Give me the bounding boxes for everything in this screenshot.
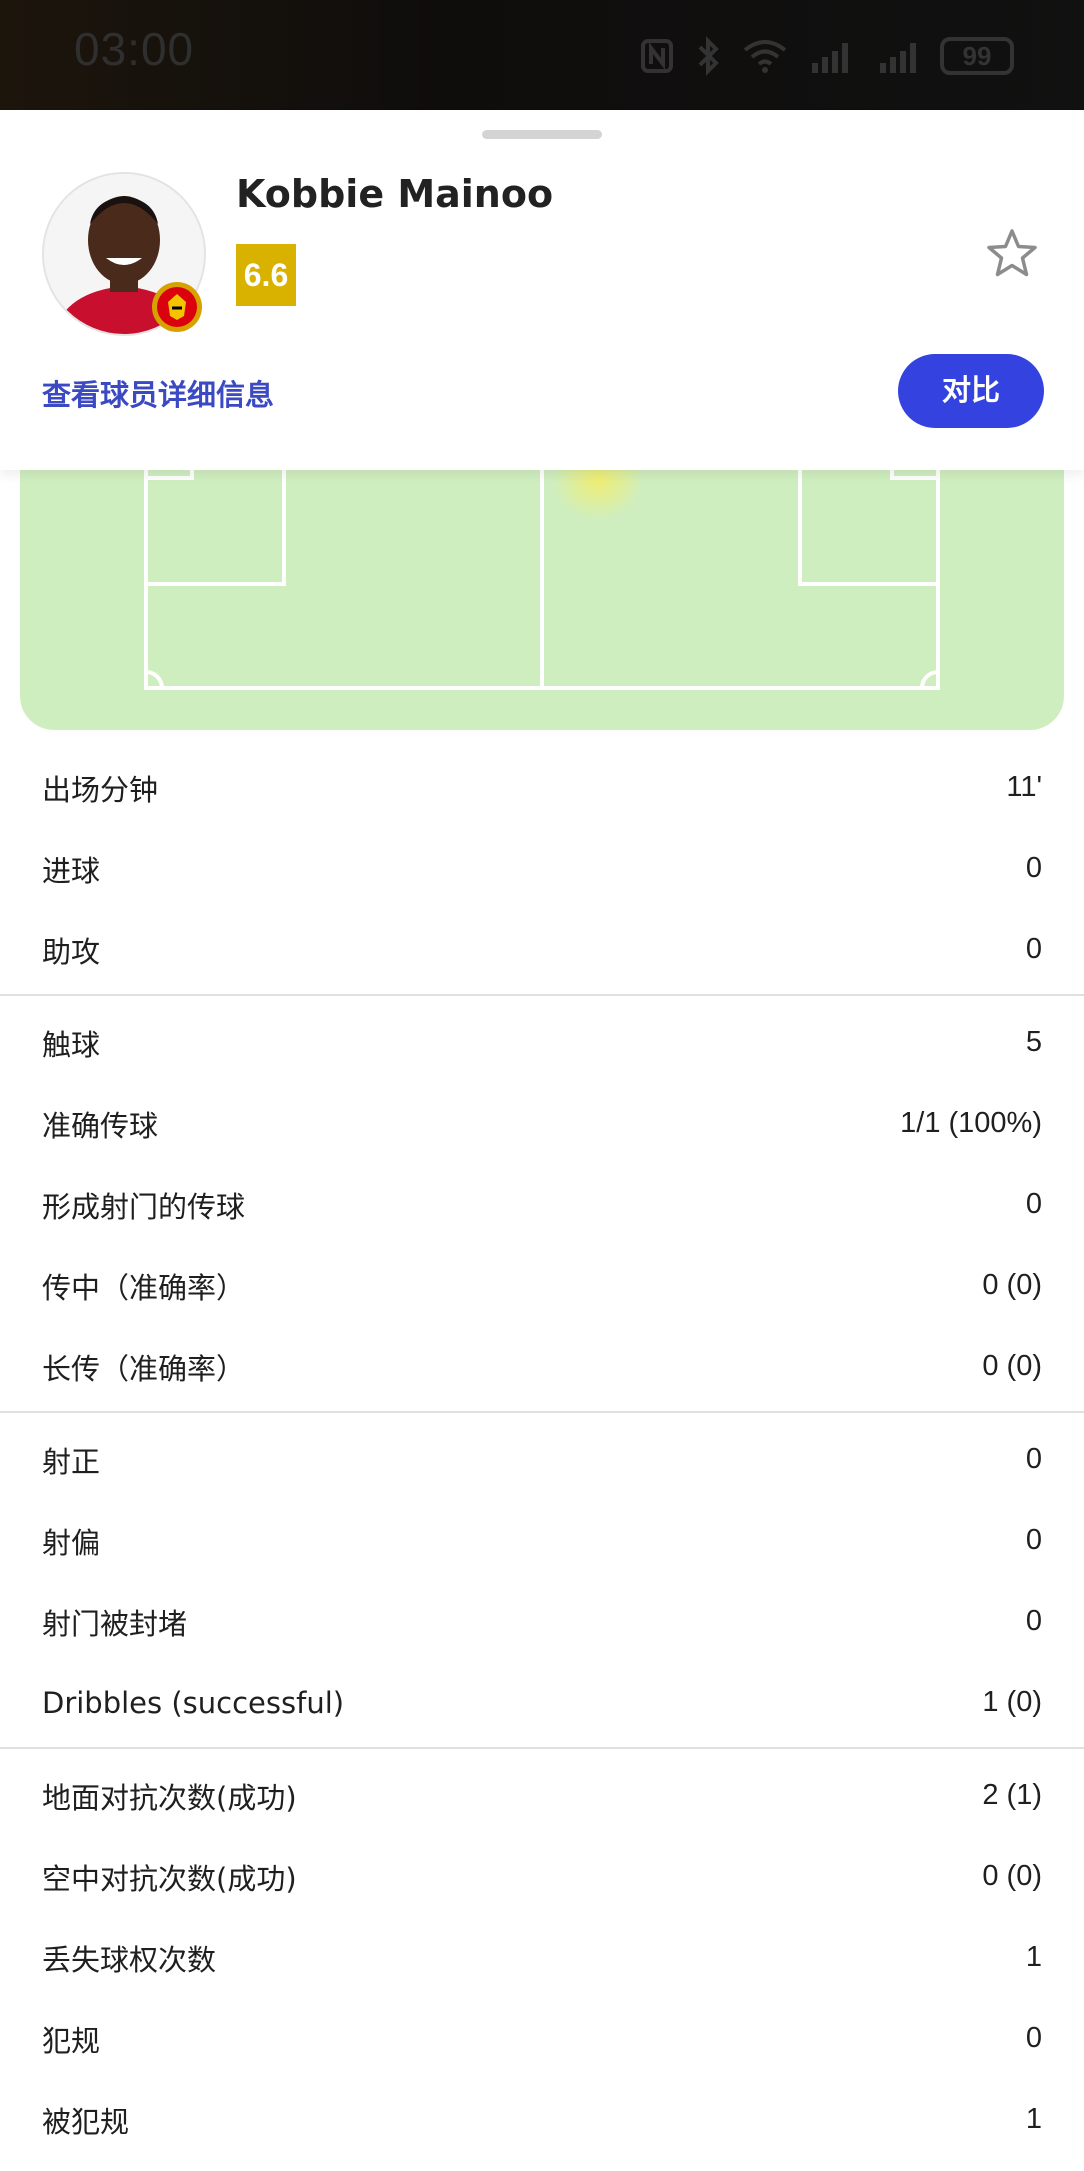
status-icons: 99 bbox=[640, 36, 1014, 76]
stat-row: 准确传球 1/1 (100%) bbox=[0, 1083, 1084, 1164]
stat-value: 2 (1) bbox=[982, 1779, 1042, 1811]
player-name: Kobbie Mainoo bbox=[236, 172, 554, 216]
stat-row: 出场分钟 11' bbox=[0, 747, 1084, 828]
stats-list: 出场分钟 11' 进球 0 助攻 0 触球 5 准确传球 1/1 (100%) 形成射门的传球 0 传中… bbox=[0, 747, 1084, 2164]
stat-value: 0 bbox=[1025, 2022, 1042, 2054]
stat-label: 丢失球权次数 bbox=[42, 1942, 217, 1977]
stat-value: 5 bbox=[1025, 1026, 1042, 1058]
player-details-link[interactable]: 查看球员详细信息 bbox=[42, 372, 274, 414]
signal-icon-2 bbox=[880, 43, 916, 73]
stat-value: 1 (0) bbox=[982, 1686, 1042, 1718]
stat-value: 0 bbox=[1025, 933, 1042, 965]
stat-label: 被犯规 bbox=[42, 2104, 130, 2139]
stat-row: 犯规 0 bbox=[0, 1998, 1084, 2079]
nfc-icon bbox=[641, 39, 673, 73]
stat-label: 犯规 bbox=[42, 2023, 101, 2058]
stat-label: 射偏 bbox=[42, 1525, 101, 1560]
club-crest-icon bbox=[152, 282, 202, 332]
stat-value: 0 (0) bbox=[982, 1860, 1042, 1892]
stat-value: 0 bbox=[1025, 1605, 1042, 1637]
player-card: Kobbie Mainoo 6.6 查看球员详细信息 对比 bbox=[0, 110, 1084, 470]
favorite-star-icon[interactable] bbox=[984, 226, 1040, 282]
stat-label: 进球 bbox=[42, 853, 101, 888]
stat-row: 进球 0 bbox=[0, 828, 1084, 909]
stat-group: 地面对抗次数(成功) 2 (1) 空中对抗次数(成功) 0 (0) 丢失球权次数 1 犯规 0… bbox=[0, 1749, 1084, 2164]
stat-value: 0 (0) bbox=[982, 1269, 1042, 1301]
stat-value: 1 bbox=[1025, 2103, 1042, 2135]
stat-value: 1 bbox=[1025, 1941, 1042, 1973]
stat-row: 长传（准确率） 0 (0) bbox=[0, 1326, 1084, 1407]
bluetooth-icon bbox=[698, 36, 719, 76]
stat-label: 准确传球 bbox=[42, 1108, 159, 1143]
stat-label: 出场分钟 bbox=[42, 772, 159, 807]
stat-row: 形成射门的传球 0 bbox=[0, 1164, 1084, 1245]
stat-label: 射正 bbox=[42, 1444, 101, 1479]
stat-label: 空中对抗次数(成功) bbox=[42, 1861, 297, 1896]
stat-group: 射正 0 射偏 0 射门被封堵 0 Dribbles (successful) 1 (0) bbox=[0, 1413, 1084, 1749]
status-time: 03:00 bbox=[74, 23, 195, 75]
stat-label: 触球 bbox=[42, 1027, 101, 1062]
stat-row: Dribbles (successful) 1 (0) bbox=[0, 1662, 1084, 1743]
stat-value: 0 (0) bbox=[982, 1350, 1042, 1382]
stat-value: 0 bbox=[1025, 852, 1042, 884]
stat-row: 地面对抗次数(成功) 2 (1) bbox=[0, 1755, 1084, 1836]
stat-label: 射门被封堵 bbox=[42, 1606, 188, 1641]
stat-group: 出场分钟 11' 进球 0 助攻 0 bbox=[0, 747, 1084, 996]
signal-icon bbox=[812, 43, 848, 73]
status-bar: 03:00 99 bbox=[0, 0, 1084, 110]
stat-row: 触球 5 bbox=[0, 1002, 1084, 1083]
stat-row: 射门被封堵 0 bbox=[0, 1581, 1084, 1662]
stat-value: 0 bbox=[1025, 1524, 1042, 1556]
stat-value: 1/1 (100%) bbox=[900, 1107, 1042, 1139]
stat-label: 形成射门的传球 bbox=[42, 1189, 246, 1224]
stat-row: 射正 0 bbox=[0, 1419, 1084, 1500]
rating-badge: 6.6 bbox=[236, 244, 296, 306]
stat-row: 射偏 0 bbox=[0, 1500, 1084, 1581]
battery-icon: 99 bbox=[940, 37, 1014, 75]
wifi-icon bbox=[743, 40, 787, 73]
stat-label: Dribbles (successful) bbox=[42, 1685, 345, 1720]
stat-row: 丢失球权次数 1 bbox=[0, 1917, 1084, 1998]
compare-button[interactable]: 对比 bbox=[898, 354, 1044, 428]
stat-value: 0 bbox=[1025, 1188, 1042, 1220]
stat-label: 助攻 bbox=[42, 934, 101, 969]
stat-row: 空中对抗次数(成功) 0 (0) bbox=[0, 1836, 1084, 1917]
stat-value: 11' bbox=[1006, 771, 1042, 803]
stat-row: 助攻 0 bbox=[0, 909, 1084, 990]
stat-label: 长传（准确率） bbox=[42, 1351, 246, 1386]
stat-value: 0 bbox=[1025, 1443, 1042, 1475]
drag-handle[interactable] bbox=[482, 130, 602, 139]
stat-label: 地面对抗次数(成功) bbox=[42, 1780, 297, 1815]
stat-row: 传中（准确率） 0 (0) bbox=[0, 1245, 1084, 1326]
stat-row: 被犯规 1 bbox=[0, 2079, 1084, 2160]
stat-group: 触球 5 准确传球 1/1 (100%) 形成射门的传球 0 传中（准确率） 0 (0) 长传（… bbox=[0, 996, 1084, 1413]
stat-label: 传中（准确率） bbox=[42, 1270, 246, 1305]
